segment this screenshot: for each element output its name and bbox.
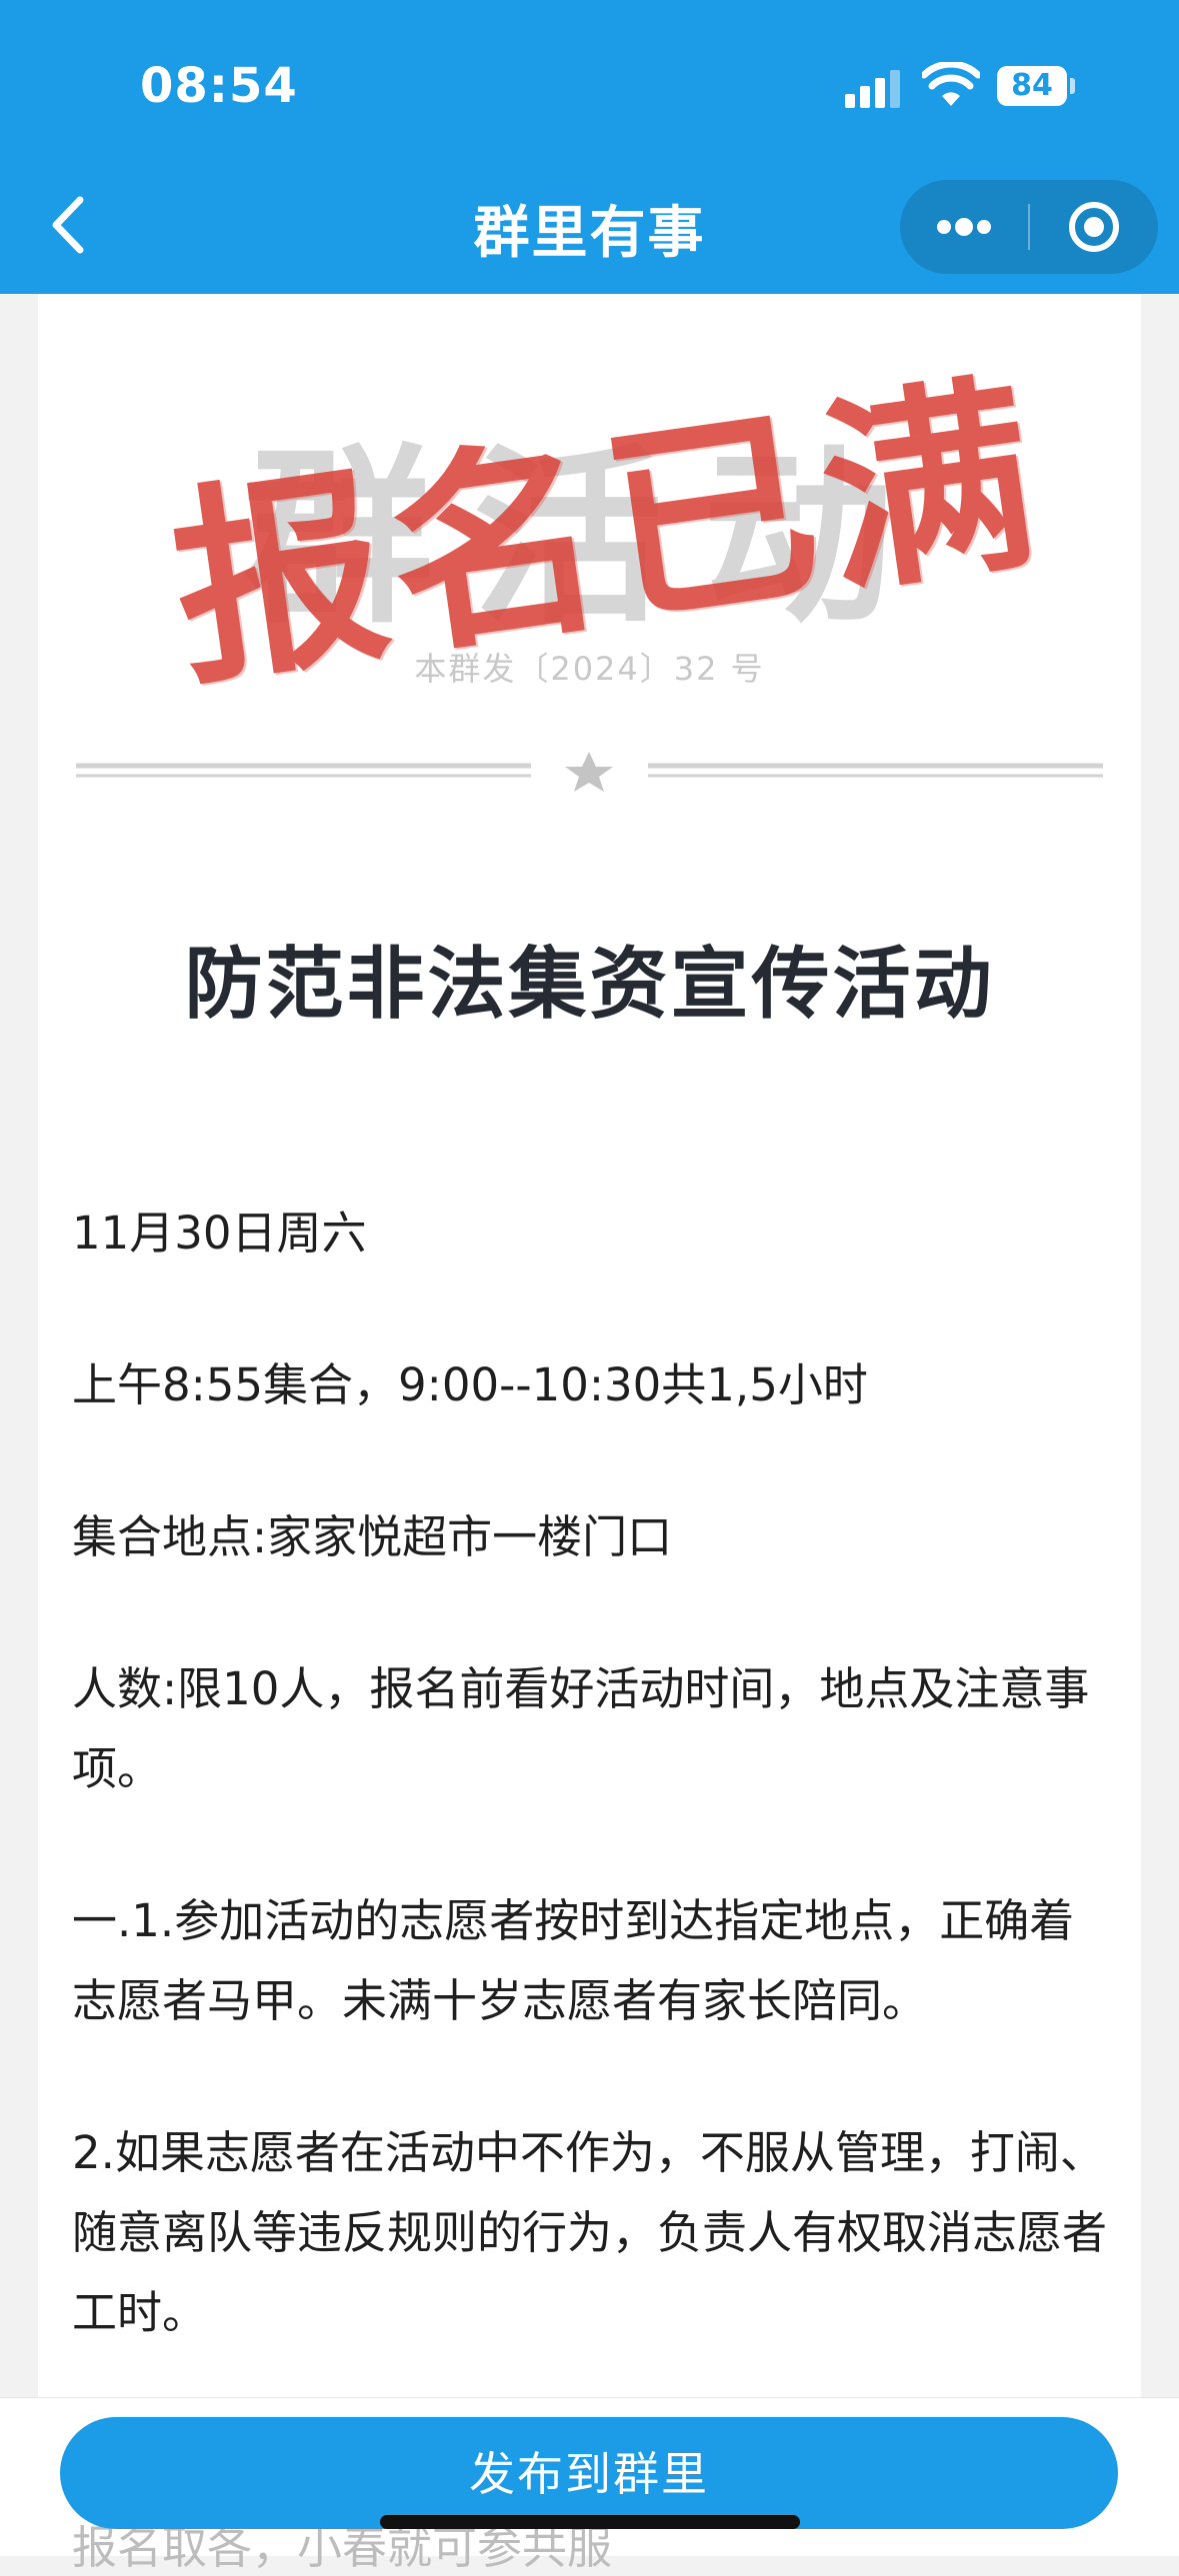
mini-program-capsule xyxy=(900,180,1158,274)
status-time: 08:54 xyxy=(140,58,298,114)
document-card: 群活动 本群发〔2024〕32 号 报名已满 防范非法集资宣传活动 11月30日… xyxy=(38,294,1141,2413)
publish-to-group-button[interactable]: 发布到群里 xyxy=(60,2417,1118,2529)
battery-tip xyxy=(1070,78,1075,94)
target-close-icon[interactable] xyxy=(1030,180,1158,274)
wifi-icon xyxy=(922,62,980,106)
more-dots-icon[interactable] xyxy=(900,180,1028,274)
home-indicator xyxy=(380,2515,800,2529)
rule-2: 2.如果志愿者在活动中不作为，不服从管理，打闹、随意离队等违反规则的行为，负责人… xyxy=(72,2126,1108,2339)
document-title: 防范非法集资宣传活动 xyxy=(184,940,995,1030)
event-location: 集合地点:家家悦超市一楼门口 xyxy=(72,1510,673,1563)
event-date: 11月30日周六 xyxy=(72,1207,367,1260)
event-capacity: 人数:限10人，报名前看好活动时间，地点及注意事项。 xyxy=(72,1662,1090,1795)
rule-1: 一.1.参加活动的志愿者按时到达指定地点，正确着志愿者马甲。未满十岁志愿者有家长… xyxy=(72,1894,1075,2027)
document-body: 11月30日周六 上午8:55集合，9:00--10:30共1,5小时 集合地点… xyxy=(72,1194,1112,2425)
star-divider xyxy=(76,752,1103,792)
event-time: 上午8:55集合，9:00--10:30共1,5小时 xyxy=(72,1358,868,1411)
document-header: 群活动 本群发〔2024〕32 号 报名已满 xyxy=(38,294,1141,814)
battery-indicator: 84 xyxy=(997,66,1067,106)
top-bar: 08:54 84 群里有事 xyxy=(0,0,1179,294)
cellular-signal-icon xyxy=(845,70,905,108)
